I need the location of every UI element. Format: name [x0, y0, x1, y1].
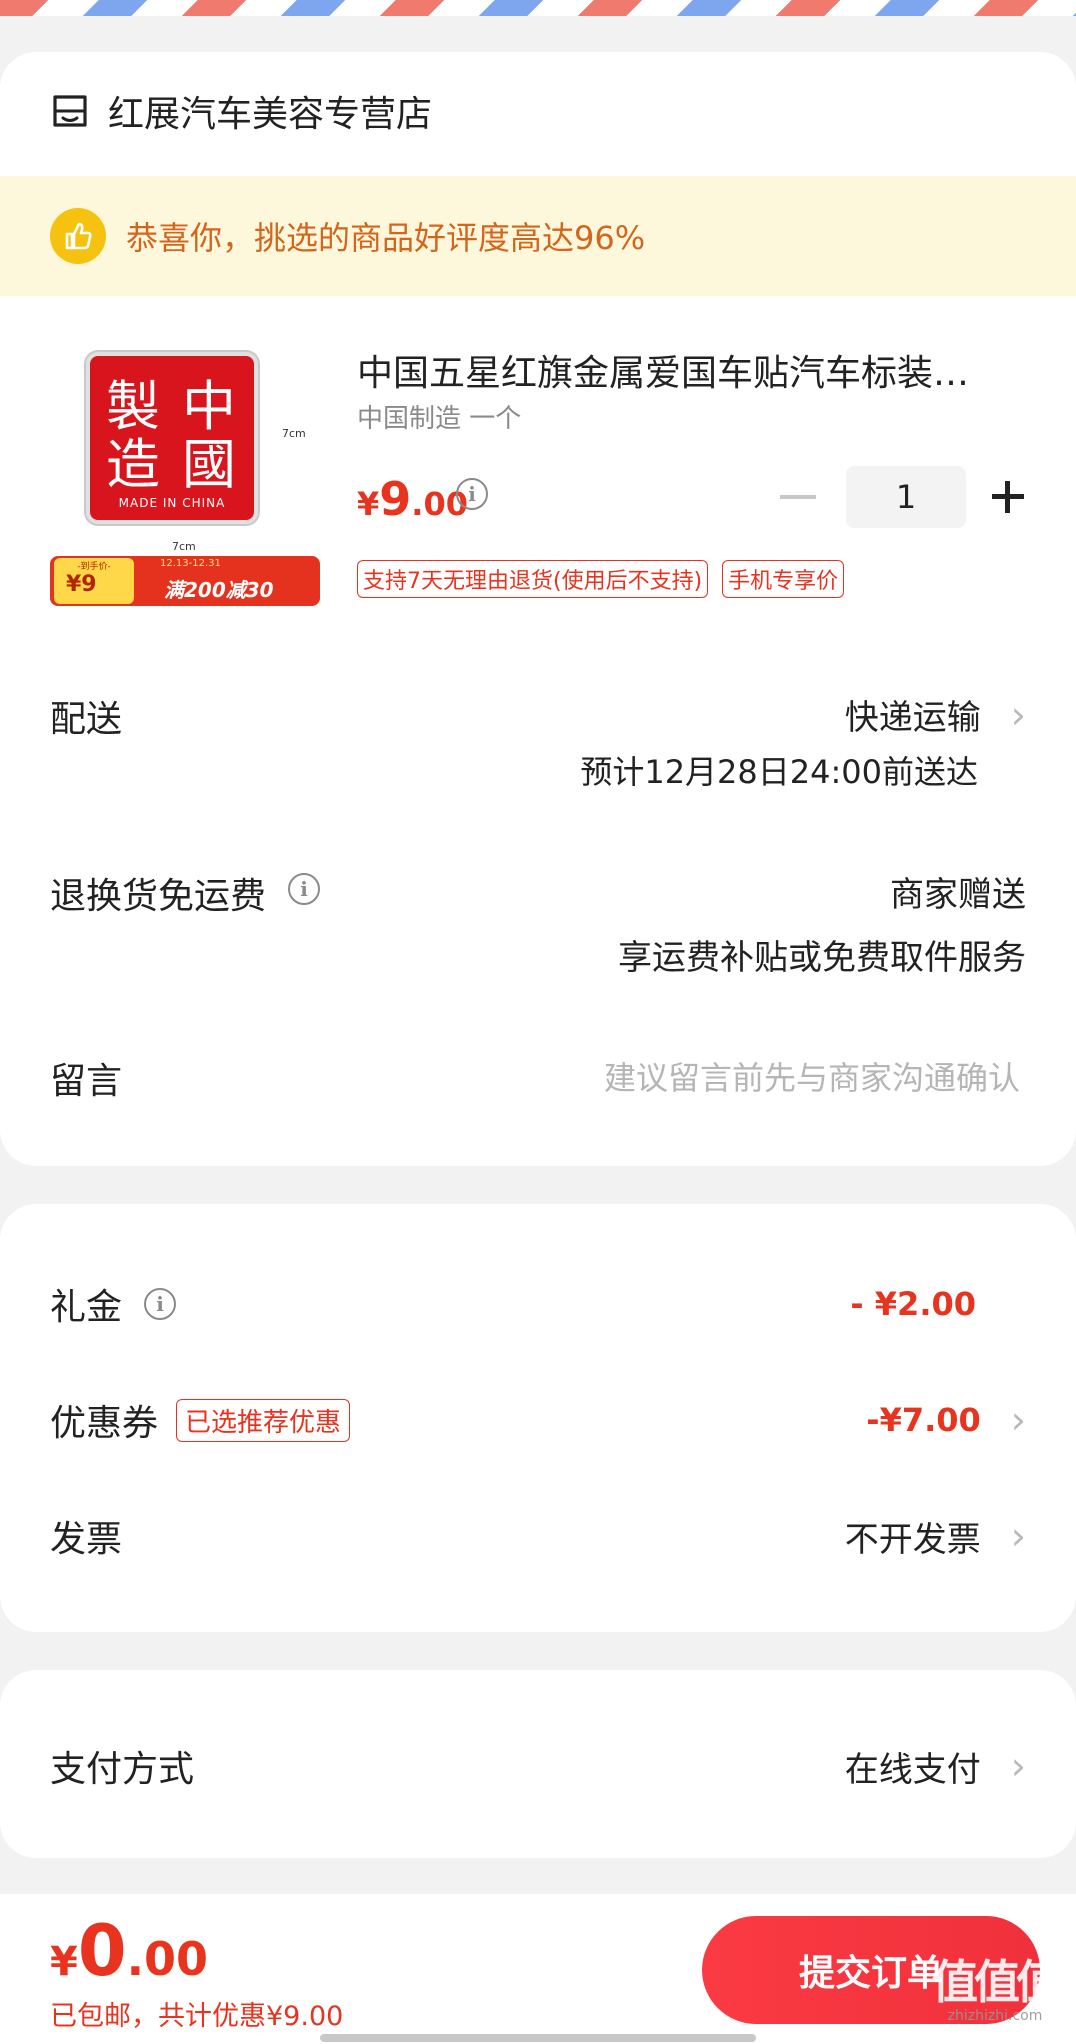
- return-tag: 支持7天无理由退货(使用后不支持): [357, 560, 709, 598]
- message-label: 留言: [50, 1061, 123, 1102]
- total-note: 已包邮，共计优惠¥9.00: [50, 2001, 344, 2032]
- chevron-right-icon: ›: [1010, 1744, 1026, 1788]
- made-in-text: MADE IN CHINA: [118, 496, 226, 510]
- quantity-value[interactable]: 1: [846, 466, 966, 528]
- total-dec: .00: [126, 1932, 209, 1986]
- promo-date: 12.13-12.31: [160, 558, 221, 569]
- coupon-row[interactable]: 优惠券 已选推荐优惠 -¥7.00 ›: [50, 1394, 1026, 1446]
- chevron-right-icon: ›: [1010, 1398, 1026, 1442]
- chevron-right-icon: ›: [1010, 692, 1026, 737]
- order-card: 红展汽车美容专营店 恭喜你，挑选的商品好评度高达96% 製 中 造 國 MADE…: [0, 52, 1076, 1166]
- gift-label: 礼金: [50, 1287, 123, 1328]
- total-int: 0: [77, 1910, 127, 1992]
- quantity-stepper: 1: [780, 466, 1024, 528]
- watermark: 值值值 zhizhizhi.com: [920, 1946, 1070, 2024]
- coupon-value: -¥7.00: [866, 1401, 981, 1439]
- total-price: ¥ 0 .00: [50, 1910, 208, 1992]
- promo-left-top: -到手价-: [77, 562, 111, 572]
- payment-row[interactable]: 支付方式 在线支付 ›: [50, 1740, 1026, 1792]
- promo-right: 满200减30: [164, 578, 274, 602]
- seal-char: 國: [182, 433, 236, 496]
- price-symbol: ¥: [357, 485, 380, 523]
- product-tags: 支持7天无理由退货(使用后不支持) 手机专享价: [357, 560, 845, 598]
- message-row: 留言: [50, 1052, 1026, 1104]
- invoice-value: 不开发票: [844, 1519, 981, 1560]
- message-input[interactable]: [466, 1059, 1026, 1097]
- delivery-label: 配送: [50, 699, 123, 740]
- praise-banner: 恭喜你，挑选的商品好评度高达96%: [0, 176, 1076, 296]
- mobile-price-tag: 手机专享价: [722, 560, 845, 598]
- seal-char: 造: [106, 433, 160, 496]
- delivery-row[interactable]: 配送 快递运输 › 预计12月28日24:00前送达: [50, 690, 1026, 793]
- total-symbol: ¥: [50, 1939, 78, 1985]
- delivery-eta: 预计12月28日24:00前送达: [580, 753, 978, 791]
- product-title[interactable]: 中国五星红旗金属爱国车贴汽车标装…: [357, 344, 1027, 396]
- promo-strip: -到手价- ¥9 12.13-12.31 满200减30: [50, 556, 320, 606]
- shop-name: 红展汽车美容专营店: [108, 94, 433, 135]
- payment-label: 支付方式: [50, 1749, 195, 1790]
- minus-icon[interactable]: [780, 495, 816, 499]
- shop-header[interactable]: 红展汽车美容专营店: [50, 90, 1026, 135]
- bottom-bar: ¥ 0 .00 已包邮，共计优惠¥9.00 提交订单 值值值 zhizhizhi…: [0, 1894, 1076, 2044]
- gift-value: - ¥2.00: [850, 1285, 976, 1323]
- payment-value: 在线支付: [844, 1749, 981, 1790]
- banner-text: 恭喜你，挑选的商品好评度高达96%: [126, 219, 646, 257]
- product-spec: 中国制造 一个: [357, 404, 522, 434]
- shop-icon: [53, 95, 87, 127]
- invoice-label: 发票: [50, 1519, 123, 1560]
- product-price: ¥ 9 .00: [357, 472, 468, 526]
- dim-height: 7cm: [282, 427, 306, 440]
- dim-width: 7cm: [172, 540, 196, 553]
- return-value: 商家赠送: [890, 875, 1026, 915]
- coupon-tag: 已选推荐优惠: [176, 1398, 351, 1442]
- plus-icon[interactable]: [992, 481, 1024, 513]
- price-info-icon[interactable]: i: [456, 478, 488, 510]
- return-sub: 享运费补贴或免费取件服务: [618, 938, 1026, 978]
- envelope-border: [0, 0, 1076, 16]
- watermark-logo: 值值值: [932, 1955, 1062, 2009]
- gift-info-icon[interactable]: i: [144, 1288, 177, 1320]
- return-shipping-row: 退换货免运费 i 商家赠送 享运费补贴或免费取件服务: [50, 867, 1026, 979]
- gift-row: 礼金 i - ¥2.00: [50, 1278, 1026, 1330]
- return-info-icon[interactable]: i: [288, 873, 321, 905]
- promo-price-box: -到手价- ¥9: [54, 558, 134, 604]
- payment-card: 支付方式 在线支付 ›: [0, 1670, 1076, 1858]
- invoice-row[interactable]: 发票 不开发票 ›: [50, 1510, 1026, 1562]
- home-indicator: [320, 2034, 756, 2042]
- seal-box: 製 中 造 國 MADE IN CHINA: [86, 352, 258, 524]
- price-int: 9: [379, 472, 412, 526]
- delivery-method: 快递运输: [844, 698, 981, 738]
- return-label: 退换货免运费: [50, 876, 267, 917]
- promo-left-price: ¥9: [66, 572, 97, 597]
- product-image[interactable]: 製 中 造 國 MADE IN CHINA 7cm 7cm -到手价- ¥9 1…: [50, 342, 320, 606]
- thumbs-up-icon: [50, 208, 106, 264]
- coupon-label: 优惠券: [50, 1403, 159, 1444]
- chevron-right-icon: ›: [1010, 1514, 1026, 1558]
- discount-card: 礼金 i - ¥2.00 优惠券 已选推荐优惠 -¥7.00 › 发票 不开发票…: [0, 1204, 1076, 1632]
